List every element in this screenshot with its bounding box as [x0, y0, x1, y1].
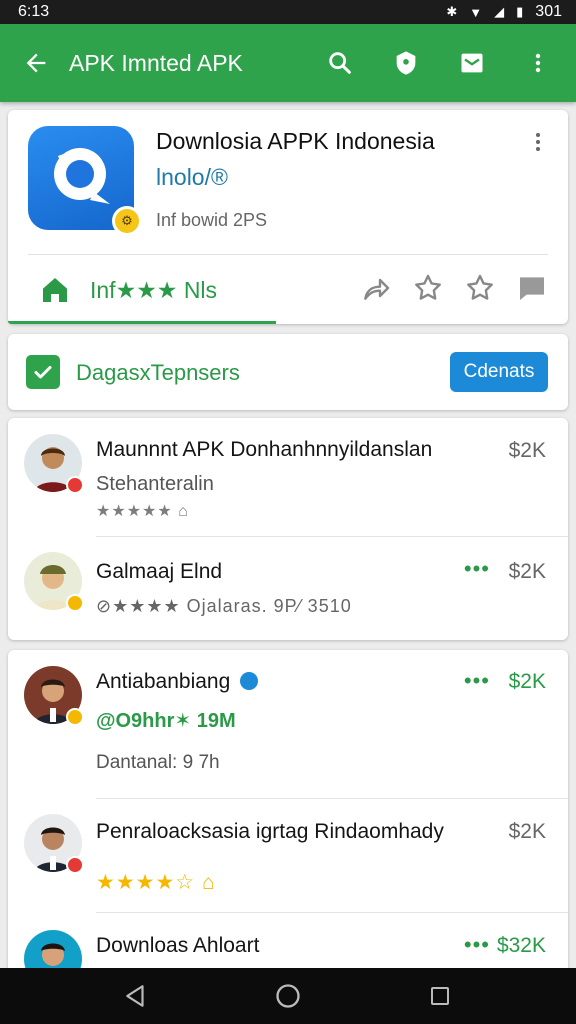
search-icon[interactable] — [322, 45, 358, 81]
avatar — [24, 552, 84, 612]
nav-back-icon[interactable] — [116, 976, 156, 1016]
home-icon[interactable] — [38, 274, 72, 306]
list-item[interactable]: Penraloacksasia igrtag Rindaomhady ★★★★☆… — [8, 798, 568, 912]
more-dots-icon[interactable]: ••• — [464, 668, 490, 694]
system-nav-bar — [0, 968, 576, 1024]
status-icons: ✱ ▼ ◢ ▮ 301 — [446, 3, 562, 21]
avatar — [24, 814, 84, 874]
app-meta: Inf bowid 2PS — [156, 210, 268, 230]
list-item-price: $2K — [508, 670, 546, 693]
mail-icon[interactable] — [454, 45, 490, 81]
list-item-rating: ⊘★★★★ Ojalaras. 9P⁄ 3510 — [96, 596, 352, 616]
overflow-menu-icon[interactable] — [526, 130, 550, 154]
bluetooth-icon: ✱ — [446, 4, 458, 19]
list-item-rating: ★★★★☆ ⌂ — [96, 871, 216, 894]
list-item[interactable]: Galmaaj Elnd ⊘★★★★ Ojalaras. 9P⁄ 3510 ••… — [8, 536, 568, 640]
signal-icon: ◢ — [494, 4, 505, 19]
app-bar-title: APK Imnted APK — [69, 49, 243, 76]
list-item-rating: ★★★★★ ⌂ — [96, 503, 189, 520]
app-rating: Inf★★★ Nls — [90, 277, 218, 303]
shield-icon[interactable] — [388, 45, 424, 81]
list-item-subtitle: Stehanteralin — [96, 473, 214, 495]
app-developer[interactable]: lnolo/® — [156, 164, 228, 191]
app-badge-icon: ⚙ — [112, 206, 142, 236]
active-tab-indicator — [8, 321, 276, 324]
list-item-extra: Dantanal: 9 7h — [96, 752, 220, 773]
star-outline-icon[interactable] — [412, 272, 444, 304]
avatar — [24, 434, 84, 494]
status-dot — [66, 856, 84, 874]
avatar — [24, 666, 84, 726]
app-list-card-2: Antiabanbiang @O9hhr✶ 19M Dantanal: 9 7h… — [8, 650, 568, 988]
battery-level: 301 — [535, 3, 562, 20]
battery-icon: ▮ — [516, 4, 524, 19]
list-item-price: $32K — [496, 934, 546, 957]
list-item-price: $2K — [508, 439, 546, 462]
status-dot — [66, 594, 84, 612]
app-list-card-1: Maunnnt APK Donhanhnnyildanslan Stehante… — [8, 418, 568, 640]
more-vert-icon[interactable] — [520, 45, 556, 81]
more-dots-icon[interactable]: ••• — [464, 932, 490, 958]
app-header-card: ⚙ Downlosia APPK Indonesia lnolo/® Inf b… — [8, 110, 568, 324]
wifi-icon: ▼ — [469, 4, 483, 20]
app-icon[interactable]: ⚙ — [28, 126, 142, 236]
app-actions — [360, 272, 548, 304]
list-item-price: $2K — [508, 820, 546, 843]
list-item-title: Antiabanbiang — [96, 670, 231, 693]
app-title: Downlosia APPK Indonesia — [156, 128, 435, 154]
app-bar: APK Imnted APK — [0, 24, 576, 102]
back-arrow-icon[interactable] — [20, 47, 52, 79]
list-item[interactable]: Downloas Ahloart ••• $32K — [8, 912, 568, 988]
status-time: 6:13 — [18, 3, 50, 20]
star-outline-icon[interactable] — [464, 272, 496, 304]
more-dots-icon[interactable]: ••• — [464, 556, 490, 582]
status-dot — [66, 708, 84, 726]
status-bar: 6:13 ✱ ▼ ◢ ▮ 301 — [0, 0, 576, 24]
share-icon[interactable] — [360, 272, 392, 304]
verified-icon — [240, 672, 258, 690]
list-item-subtitle: @O9hhr✶ 19M — [96, 710, 236, 732]
status-dot — [66, 476, 84, 494]
list-item-title: Maunnnt APK Donhanhnnyildanslan — [96, 438, 433, 461]
nav-home-icon[interactable] — [268, 976, 308, 1016]
list-item-price: $2K — [508, 560, 546, 583]
list-item[interactable]: Antiabanbiang @O9hhr✶ 19M Dantanal: 9 7h… — [8, 650, 568, 798]
filter-checkbox[interactable] — [26, 355, 60, 389]
list-item-title: Galmaaj Elnd — [96, 560, 223, 583]
comment-icon[interactable] — [516, 272, 548, 304]
list-item[interactable]: Maunnnt APK Donhanhnnyildanslan Stehante… — [8, 418, 568, 536]
list-item-title: Penraloacksasia igrtag Rindaomhady — [96, 820, 444, 843]
filter-label[interactable]: DagasxTepnsers — [76, 360, 240, 386]
divider — [28, 254, 548, 255]
filter-button[interactable]: Cdenats — [450, 352, 548, 392]
filter-card: DagasxTepnsers Cdenats — [8, 334, 568, 410]
list-item-title: Downloas Ahloart — [96, 934, 260, 957]
nav-recents-icon[interactable] — [420, 976, 460, 1016]
